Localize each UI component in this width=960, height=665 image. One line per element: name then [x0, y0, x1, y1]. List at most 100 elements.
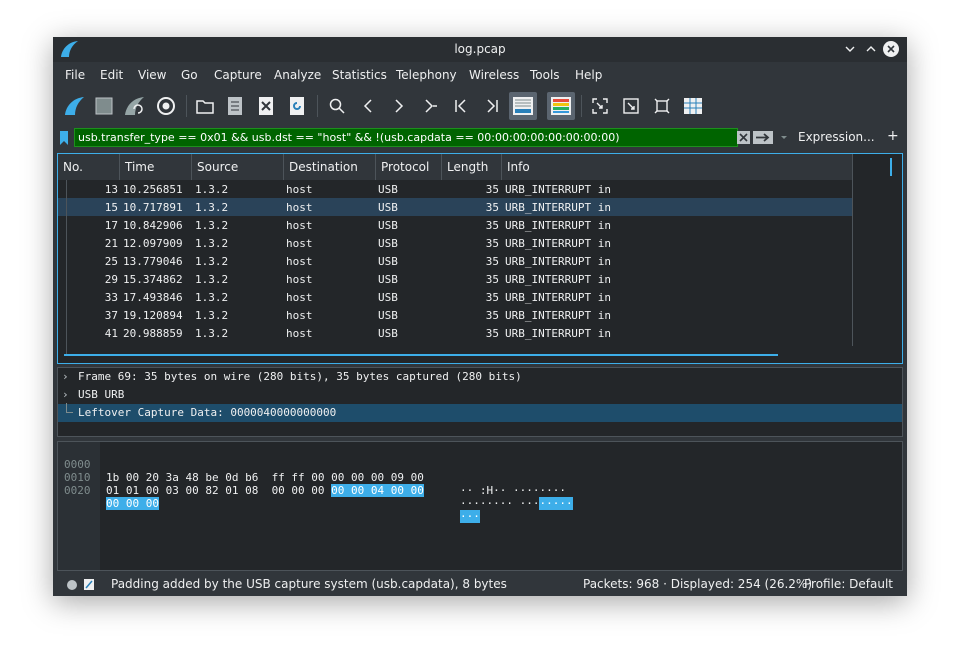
close-file-icon[interactable]	[252, 92, 280, 120]
save-file-icon[interactable]	[221, 92, 249, 120]
tree-item-usb-urb[interactable]: › USB URB	[58, 386, 902, 404]
normal-size-icon[interactable]	[648, 92, 676, 120]
packet-cell-source: 1.3.2	[195, 255, 229, 268]
packet-row[interactable]: 17 10.842906 1.3.2 host USB 35 URB_INTERRUPT i…	[58, 216, 852, 234]
packet-list: No. Time Source Destination Protocol Len…	[57, 153, 903, 364]
close-window-icon[interactable]	[883, 41, 899, 57]
apply-filter-icon[interactable]	[753, 131, 773, 144]
packet-cell-destination: host	[286, 219, 313, 232]
packet-cell-info: URB_INTERRUPT in	[505, 291, 611, 304]
packet-cell-no: 37	[104, 309, 118, 322]
menu-file[interactable]: File	[65, 68, 85, 82]
tree-branch-line	[66, 403, 73, 413]
restart-capture-icon[interactable]	[120, 92, 148, 120]
packet-list-horizontal-scrollbar[interactable]	[64, 354, 778, 356]
menu-statistics[interactable]: Statistics	[332, 68, 387, 82]
packet-row[interactable]: 21 12.097909 1.3.2 host USB 35 URB_INTERRUPT i…	[58, 234, 852, 252]
ascii-bytes[interactable]: ·· :H·· ········	[460, 484, 566, 497]
open-file-icon[interactable]	[191, 92, 219, 120]
minimize-icon[interactable]	[842, 41, 858, 57]
zoom-in-icon[interactable]	[586, 92, 614, 120]
clear-filter-icon[interactable]	[737, 131, 750, 144]
packet-row[interactable]: 37 19.120894 1.3.2 host USB 35 URB_INTERRUPT i…	[58, 306, 852, 324]
hex-bytes-highlighted: 00 00 00	[106, 497, 159, 510]
go-last-icon[interactable]	[478, 92, 506, 120]
packet-cell-time: 17.493846	[123, 291, 183, 304]
column-header-no[interactable]: No.	[58, 154, 120, 180]
ascii-bytes[interactable]: ········ ········	[460, 497, 573, 510]
ascii-bytes[interactable]: ···	[460, 510, 480, 523]
go-back-icon[interactable]	[354, 92, 382, 120]
capture-options-icon[interactable]	[152, 92, 180, 120]
column-header-info[interactable]: Info	[502, 154, 852, 180]
profile-label[interactable]: Profile: Default	[804, 577, 893, 591]
bytes-row: 0020 00 00 00 ···	[58, 471, 480, 523]
packet-cell-no: 21	[104, 237, 118, 250]
bookmark-icon[interactable]	[59, 130, 69, 146]
packet-cell-time: 19.120894	[123, 309, 183, 322]
find-packet-icon[interactable]	[323, 92, 351, 120]
resize-columns-icon[interactable]	[679, 92, 707, 120]
menu-help[interactable]: Help	[575, 68, 602, 82]
packet-cell-destination: host	[286, 183, 313, 196]
menu-view[interactable]: View	[138, 68, 166, 82]
packet-cell-protocol: USB	[378, 273, 398, 286]
packet-row[interactable]: 41 20.988859 1.3.2 host USB 35 URB_INTERRUPT i…	[58, 324, 852, 342]
packet-list-header: No. Time Source Destination Protocol Len…	[58, 154, 852, 180]
packet-cell-no: 13	[104, 183, 118, 196]
wireshark-window: log.pcap File Edit View Go Capture Analy…	[53, 37, 907, 596]
start-capture-icon[interactable]	[60, 92, 88, 120]
packet-row[interactable]: 29 15.374862 1.3.2 host USB 35 URB_INTERRUPT i…	[58, 270, 852, 288]
bytes-row: 0010 01 01 00 03 00 82 01 08 00 00 00 00…	[58, 458, 573, 510]
expand-arrow-icon[interactable]: ›	[62, 386, 69, 404]
hex-bytes[interactable]: 1b 00 20 3a 48 be 0d b6 ff ff 00 00 00 0…	[106, 471, 424, 484]
hex-bytes[interactable]: 01 01 00 03 00 82 01 08 00 00 00 00 00 0…	[106, 484, 424, 497]
column-header-protocol[interactable]: Protocol	[376, 154, 442, 180]
tree-item-leftover-capture-data[interactable]: Leftover Capture Data: 0000040000000000	[58, 403, 902, 422]
expert-info-icon[interactable]	[66, 579, 78, 591]
column-header-destination[interactable]: Destination	[284, 154, 376, 180]
go-to-packet-icon[interactable]	[416, 92, 444, 120]
maximize-icon[interactable]	[863, 41, 879, 57]
filter-history-dropdown-icon[interactable]	[779, 131, 789, 144]
go-forward-icon[interactable]	[385, 92, 413, 120]
stop-capture-icon[interactable]	[90, 92, 118, 120]
packet-list-scroll-thumb[interactable]	[890, 158, 892, 176]
packet-row[interactable]: 13 10.256851 1.3.2 host USB 35 URB_INTERRUPT i…	[58, 180, 852, 198]
display-filter-input[interactable]: usb.transfer_type == 0x01 && usb.dst == …	[74, 128, 738, 147]
packet-row[interactable]: 15 10.717891 1.3.2 host USB 35 URB_INTERRUPT i…	[58, 198, 852, 216]
menu-go[interactable]: Go	[181, 68, 198, 82]
tree-item-frame[interactable]: › Frame 69: 35 bytes on wire (280 bits),…	[58, 368, 902, 386]
packet-list-vertical-scrollbar[interactable]	[852, 154, 883, 346]
packet-cell-time: 12.097909	[123, 237, 183, 250]
column-header-length[interactable]: Length	[442, 154, 502, 180]
byte-offset: 0020	[64, 484, 91, 497]
packet-cell-destination: host	[286, 201, 313, 214]
hex-bytes[interactable]: 00 00 00	[106, 497, 159, 510]
menu-telephony[interactable]: Telephony	[396, 68, 457, 82]
menu-edit[interactable]: Edit	[100, 68, 123, 82]
packet-row[interactable]: 33 17.493846 1.3.2 host USB 35 URB_INTERRUPT i…	[58, 288, 852, 306]
menu-capture[interactable]: Capture	[214, 68, 262, 82]
packet-cell-length: 35	[485, 183, 499, 196]
zoom-out-icon[interactable]	[617, 92, 645, 120]
column-header-time[interactable]: Time	[120, 154, 192, 180]
packet-row[interactable]: 25 13.779046 1.3.2 host USB 35 URB_INTERRUPT i…	[58, 252, 852, 270]
add-filter-button[interactable]: +	[887, 128, 899, 144]
menu-wireless[interactable]: Wireless	[469, 68, 519, 82]
ascii-plain: ·· :H·· ········	[460, 484, 566, 497]
packet-cell-info: URB_INTERRUPT in	[505, 255, 611, 268]
reload-file-icon[interactable]	[283, 92, 311, 120]
packet-cell-destination: host	[286, 255, 313, 268]
packet-cell-no: 33	[104, 291, 118, 304]
menu-tools[interactable]: Tools	[530, 68, 560, 82]
expression-button[interactable]: Expression...	[798, 130, 875, 144]
capture-comment-icon[interactable]	[83, 578, 95, 591]
tree-guide-line	[66, 180, 67, 354]
expand-arrow-icon[interactable]: ›	[62, 368, 69, 386]
colorize-icon[interactable]	[547, 92, 575, 120]
go-first-icon[interactable]	[447, 92, 475, 120]
column-header-source[interactable]: Source	[192, 154, 284, 180]
auto-scroll-icon[interactable]	[509, 92, 537, 120]
menu-analyze[interactable]: Analyze	[274, 68, 321, 82]
